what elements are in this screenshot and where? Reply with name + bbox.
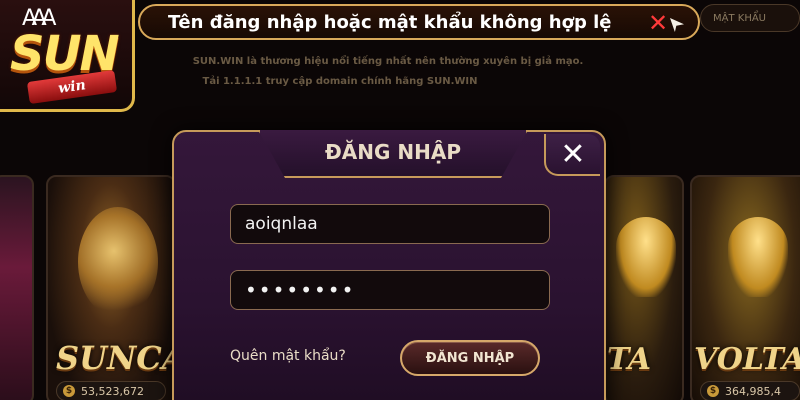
login-button[interactable]: ĐĂNG NHẬP bbox=[400, 340, 540, 376]
jackpot-value: 364,985,4 bbox=[725, 384, 781, 398]
game-title: SUNCA bbox=[56, 339, 176, 377]
dialog-title: ĐĂNG NHẬP bbox=[325, 140, 461, 164]
coin-icon: $ bbox=[63, 385, 75, 397]
game-title-partial: TA bbox=[607, 342, 651, 377]
game-tile-trophy[interactable]: TA bbox=[604, 175, 684, 400]
close-x-icon: ✕ bbox=[648, 9, 669, 37]
jackpot-counter: $ 53,523,672 bbox=[56, 381, 166, 400]
jackpot-counter: $ 364,985,4 bbox=[700, 381, 800, 400]
password-input[interactable]: •••••••• bbox=[230, 270, 550, 310]
coin-icon: $ bbox=[707, 385, 719, 397]
error-message: Tên đăng nhập hoặc mật khẩu không hợp lệ bbox=[168, 11, 612, 33]
password-value: •••••••• bbox=[245, 278, 356, 302]
sunwin-logo[interactable]: AAA SUN win bbox=[0, 0, 135, 112]
close-button[interactable]: ✕ bbox=[544, 134, 600, 176]
login-button-label: ĐĂNG NHẬP bbox=[425, 350, 515, 366]
top-password-field[interactable]: MẬT KHẨU bbox=[700, 4, 800, 32]
error-toast: Tên đăng nhập hoặc mật khẩu không hợp lệ… bbox=[138, 4, 700, 40]
game-tile-left-edge[interactable] bbox=[0, 175, 34, 400]
forgot-password-link[interactable]: Quên mật khẩu? bbox=[230, 348, 346, 364]
close-icon: ✕ bbox=[560, 136, 586, 172]
jackpot-value: 53,523,672 bbox=[81, 384, 144, 398]
cursor-icon bbox=[670, 18, 684, 32]
trophy-icon bbox=[616, 217, 676, 297]
login-dialog: ĐĂNG NHẬP ✕ aoiqnlaa •••••••• Quên mật k… bbox=[172, 130, 606, 400]
trophy-icon bbox=[728, 217, 788, 297]
username-input[interactable]: aoiqnlaa bbox=[230, 204, 550, 244]
game-tile-sun-casino[interactable]: SUNCA $ 53,523,672 bbox=[46, 175, 176, 400]
game-title: VOLTA bbox=[694, 342, 800, 377]
top-password-label: MẬT KHẨU bbox=[713, 12, 766, 24]
username-value: aoiqnlaa bbox=[245, 214, 318, 234]
game-tile-volta[interactable]: VOLTA $ 364,985,4 bbox=[690, 175, 800, 400]
dragon-art bbox=[78, 207, 158, 317]
toast-close-button[interactable]: ✕ bbox=[648, 10, 688, 36]
